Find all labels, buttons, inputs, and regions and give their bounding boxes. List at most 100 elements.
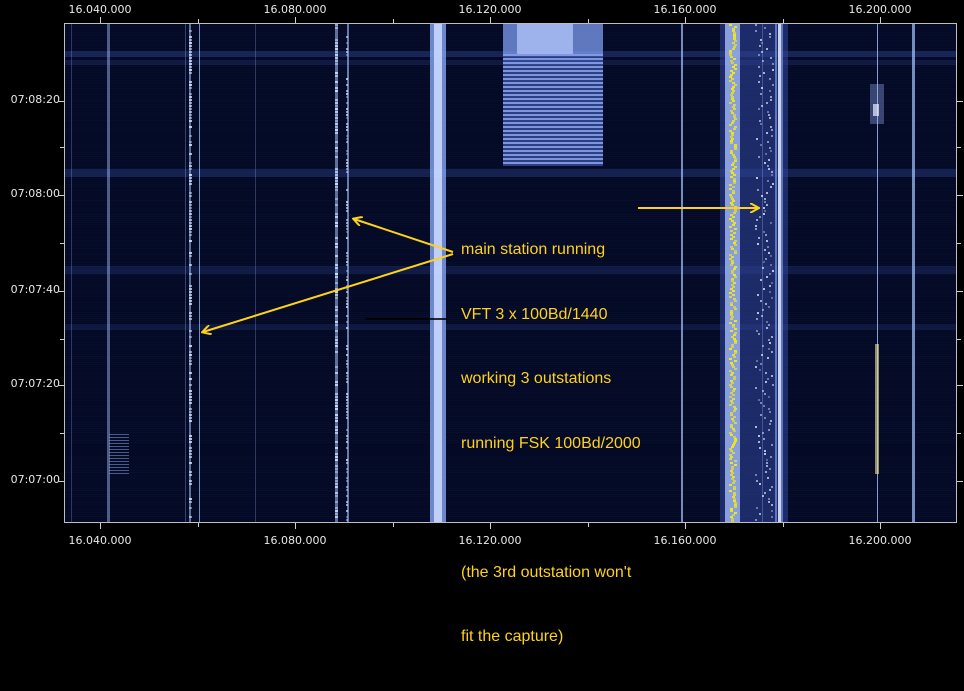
waterfall-trace xyxy=(733,38,736,40)
waterfall-trace xyxy=(768,501,770,503)
waterfall-trace xyxy=(732,224,735,226)
waterfall-trace xyxy=(346,237,348,239)
waterfall-trace xyxy=(503,80,603,82)
waterfall-trace xyxy=(762,309,764,311)
waterfall-trace xyxy=(189,498,192,500)
waterfall-trace xyxy=(730,56,733,58)
waterfall-trace xyxy=(730,374,733,376)
waterfall-trace xyxy=(346,321,348,323)
waterfall-trace xyxy=(335,225,338,227)
waterfall-trace xyxy=(756,318,758,320)
waterfall-trace xyxy=(189,201,192,203)
waterfall-trace xyxy=(875,344,879,474)
waterfall-trace xyxy=(733,34,736,36)
waterfall-trace xyxy=(730,246,733,248)
waterfall-trace xyxy=(335,54,338,56)
waterfall-trace xyxy=(770,126,772,128)
waterfall-trace xyxy=(771,516,773,518)
waterfall-trace xyxy=(189,456,192,458)
waterfall-trace xyxy=(778,24,781,522)
waterfall-trace xyxy=(733,128,736,130)
waterfall-trace xyxy=(755,426,757,428)
waterfall-trace xyxy=(758,156,760,158)
waterfall-trace xyxy=(335,483,338,485)
waterfall-trace xyxy=(109,461,129,462)
waterfall-trace xyxy=(734,320,737,322)
waterfall-trace xyxy=(769,411,771,413)
waterfall-trace xyxy=(346,117,348,119)
waterfall-trace xyxy=(346,297,348,299)
waterfall-trace xyxy=(189,183,192,185)
waterfall-trace xyxy=(734,350,737,352)
waterfall-trace xyxy=(730,510,733,512)
waterfall-trace xyxy=(346,228,348,230)
waterfall-trace xyxy=(733,410,736,412)
tick-mark xyxy=(393,523,394,527)
waterfall-trace xyxy=(189,30,192,32)
waterfall-trace xyxy=(733,442,736,444)
waterfall-trace xyxy=(346,276,348,278)
waterfall-trace xyxy=(346,264,348,266)
waterfall-trace xyxy=(766,459,768,461)
waterfall-trace xyxy=(189,207,192,209)
waterfall-trace xyxy=(335,381,338,383)
waterfall-trace xyxy=(755,228,757,230)
waterfall-trace xyxy=(346,108,348,110)
waterfall-trace xyxy=(734,504,737,506)
waterfall-trace xyxy=(731,78,734,80)
waterfall-trace xyxy=(189,234,192,236)
waterfall-trace xyxy=(335,513,338,515)
waterfall-trace xyxy=(771,171,773,173)
waterfall-trace xyxy=(189,462,192,464)
waterfall-trace xyxy=(346,399,348,401)
waterfall-trace xyxy=(730,302,733,304)
waterfall-trace xyxy=(771,336,773,338)
waterfall-trace xyxy=(189,318,192,320)
waterfall-trace xyxy=(732,216,735,218)
waterfall-trace xyxy=(189,351,192,353)
waterfall-trace xyxy=(503,90,603,92)
waterfall-trace xyxy=(346,375,348,377)
waterfall-trace xyxy=(335,60,338,62)
waterfall-trace xyxy=(503,78,603,80)
waterfall-trace xyxy=(734,408,737,410)
waterfall-trace xyxy=(760,414,762,416)
waterfall-trace xyxy=(758,333,760,335)
waterfall-trace xyxy=(770,222,772,224)
waterfall-trace xyxy=(733,480,736,482)
waterfall-trace xyxy=(503,82,603,84)
waterfall-trace xyxy=(189,93,192,95)
waterfall-trace xyxy=(731,518,734,520)
waterfall-trace xyxy=(730,330,733,332)
waterfall-trace xyxy=(346,405,348,407)
waterfall-trace xyxy=(346,258,348,260)
waterfall-trace xyxy=(772,69,774,71)
waterfall-trace xyxy=(346,255,348,257)
waterfall-trace xyxy=(731,88,734,90)
waterfall-trace xyxy=(189,177,192,179)
waterfall-trace xyxy=(335,507,338,509)
waterfall-trace xyxy=(730,392,733,394)
tick-mark xyxy=(957,195,963,196)
waterfall-trace xyxy=(772,384,774,386)
waterfall-trace xyxy=(730,60,733,62)
waterfall-trace xyxy=(503,86,603,88)
waterfall-trace xyxy=(730,110,733,112)
waterfall-trace xyxy=(730,136,733,138)
waterfall-trace xyxy=(759,447,761,449)
y-tick-label: 07:07:00 xyxy=(10,473,60,486)
waterfall-trace xyxy=(734,40,737,42)
waterfall-trace xyxy=(189,66,192,68)
waterfall-trace xyxy=(189,141,192,143)
waterfall-trace xyxy=(730,170,733,172)
annotation-line: (the 3rd outstation won't xyxy=(461,563,632,581)
waterfall-trace xyxy=(731,284,734,286)
waterfall-trace xyxy=(762,495,764,497)
waterfall-trace xyxy=(189,69,192,71)
waterfall-trace xyxy=(734,266,737,268)
waterfall-trace xyxy=(729,292,732,294)
waterfall-trace xyxy=(729,358,732,360)
x-tick-label: 16.120.000 xyxy=(458,3,522,16)
waterfall-trace xyxy=(335,264,338,266)
waterfall-trace xyxy=(731,270,734,272)
